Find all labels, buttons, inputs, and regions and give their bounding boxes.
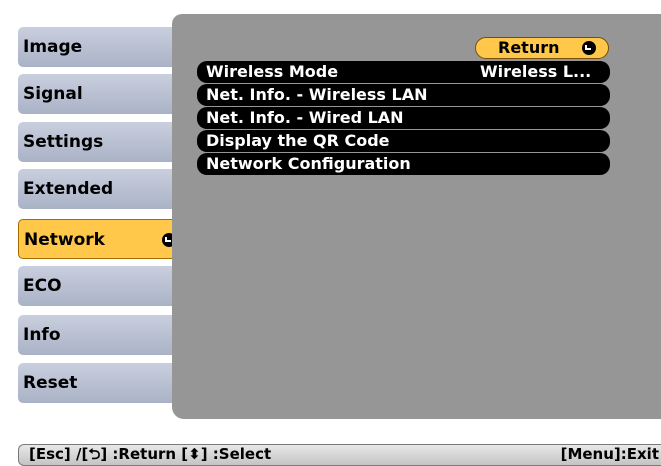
- help-bar: [Esc] /[⮌] :Return [⬍] :Select [Menu]:Ex…: [18, 444, 661, 466]
- option-label: Display the QR Code: [206, 131, 390, 150]
- option-value: Wireless L...: [480, 62, 592, 81]
- sidebar-item-settings[interactable]: Settings: [18, 122, 184, 162]
- option-label: Wireless Mode: [206, 62, 339, 81]
- option-net-info-wired-lan[interactable]: Net. Info. - Wired LAN: [197, 107, 610, 129]
- option-label: Network Configuration: [206, 154, 411, 173]
- sidebar-item-eco[interactable]: ECO: [18, 266, 184, 306]
- sidebar-item-label: Info: [23, 325, 61, 345]
- return-button[interactable]: Return: [475, 37, 609, 59]
- option-network-configuration[interactable]: Network Configuration: [197, 153, 610, 175]
- sidebar-item-label: Image: [23, 37, 83, 57]
- sidebar-item-label: Reset: [23, 373, 78, 393]
- return-button-label: Return: [498, 38, 560, 57]
- enter-icon: [582, 41, 596, 55]
- projector-menu: Image Signal Settings Extended Network E…: [0, 0, 661, 466]
- sidebar-item-label: Settings: [23, 132, 104, 152]
- option-label: Net. Info. - Wireless LAN: [206, 85, 428, 104]
- sidebar-item-signal[interactable]: Signal: [18, 74, 184, 114]
- option-wireless-mode[interactable]: Wireless Mode Wireless L...: [197, 61, 610, 83]
- sidebar-item-info[interactable]: Info: [18, 315, 184, 355]
- sidebar-item-reset[interactable]: Reset: [18, 363, 184, 403]
- sidebar-item-label: ECO: [23, 276, 62, 296]
- help-bar-exit: [Menu]:Exit: [560, 445, 659, 463]
- sidebar-item-label: Extended: [23, 179, 114, 199]
- sidebar-item-extended[interactable]: Extended: [18, 169, 184, 209]
- sidebar-item-image[interactable]: Image: [18, 27, 184, 67]
- option-net-info-wireless-lan[interactable]: Net. Info. - Wireless LAN: [197, 84, 610, 106]
- help-bar-keys: [Esc] /[⮌] :Return [⬍] :Select: [29, 445, 272, 463]
- sidebar-item-label: Signal: [23, 84, 83, 104]
- sidebar-item-network[interactable]: Network: [18, 219, 184, 259]
- sidebar-item-label: Network: [24, 230, 105, 250]
- option-label: Net. Info. - Wired LAN: [206, 108, 404, 127]
- option-display-qr-code[interactable]: Display the QR Code: [197, 130, 610, 152]
